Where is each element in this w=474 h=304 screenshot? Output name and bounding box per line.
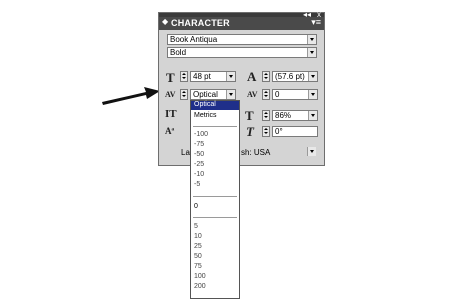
horizontal-scale-field[interactable]: 86% [272,110,318,121]
option-25[interactable]: 25 [194,243,202,250]
language-dropdown-icon[interactable] [307,147,316,156]
kerning-icon: AV [165,90,176,99]
font-size-field[interactable]: 48 pt [190,71,236,82]
list-separator [193,126,237,127]
option-5[interactable]: 5 [194,223,198,230]
option-200[interactable]: 200 [194,283,206,290]
font-size-icon: T [166,70,175,85]
horizontal-scale-stepper[interactable] [262,110,270,121]
vertical-scale-icon: IT [165,108,177,120]
pointer-arrow-icon [102,87,160,105]
option-optical[interactable]: Optical [194,101,216,108]
leading-dropdown-icon[interactable] [308,72,317,81]
font-family-field[interactable]: Book Antiqua [167,34,317,45]
option-10[interactable]: 10 [194,233,202,240]
leading-icon: A [247,69,257,84]
tracking-dropdown-icon[interactable] [308,90,317,99]
leading-stepper[interactable] [262,71,270,82]
tracking-icon: AV [247,90,258,99]
horizontal-scale-value: 86% [275,111,292,120]
option-metrics[interactable]: Metrics [194,112,217,119]
tracking-field[interactable]: 0 [272,89,318,100]
language-label: La [181,148,190,157]
option-zero[interactable]: 0 [194,203,198,210]
list-separator [193,217,237,218]
font-style-field[interactable]: Bold [167,47,317,58]
option-100[interactable]: 100 [194,273,206,280]
option-neg-10[interactable]: -10 [194,171,204,178]
option-optical-highlight[interactable]: Optical [191,101,239,110]
panel-title-bar[interactable]: ◆ CHARACTER ▾≡ [159,17,324,30]
skew-icon: T [246,124,254,139]
font-size-value: 48 pt [193,72,211,81]
horizontal-scale-icon: T [245,108,254,123]
panel-tab-icon: ◆ [162,17,169,26]
kerning-dropdown-icon[interactable] [226,90,235,99]
kerning-value: Optical [193,90,218,99]
option-neg-5[interactable]: -5 [194,181,200,188]
kerning-field[interactable]: Optical [190,89,236,100]
skew-value: 0° [275,127,283,136]
option-neg-75[interactable]: -75 [194,141,204,148]
option-neg-50[interactable]: -50 [194,151,204,158]
font-family-value: Book Antiqua [170,35,218,44]
option-neg-100[interactable]: -100 [194,131,208,138]
tracking-value: 0 [275,90,280,99]
font-size-dropdown-icon[interactable] [226,72,235,81]
panel-menu-icon[interactable]: ▾≡ [311,17,321,28]
skew-field[interactable]: 0° [272,126,318,137]
skew-stepper[interactable] [262,126,270,137]
option-50[interactable]: 50 [194,253,202,260]
tracking-stepper[interactable] [262,89,270,100]
panel-title: CHARACTER [171,18,230,28]
option-neg-25[interactable]: -25 [194,161,204,168]
language-value: sh: USA [241,148,271,157]
list-separator [193,196,237,197]
horizontal-scale-dropdown-icon[interactable] [308,111,317,120]
font-size-stepper[interactable] [180,71,188,82]
character-panel: ◂◂ x ◆ CHARACTER ▾≡ Book Antiqua Bold T … [158,10,325,166]
leading-value: (57.6 pt) [275,72,305,81]
font-family-dropdown-icon[interactable] [307,35,316,44]
option-75[interactable]: 75 [194,263,202,270]
font-style-value: Bold [170,48,187,57]
kerning-dropdown-list[interactable]: Optical Metrics -100 -75 -50 -25 -10 -5 … [190,100,240,299]
font-style-dropdown-icon[interactable] [307,48,316,57]
kerning-stepper[interactable] [180,89,188,100]
baseline-shift-icon: Aª [165,126,175,136]
leading-field[interactable]: (57.6 pt) [272,71,318,82]
